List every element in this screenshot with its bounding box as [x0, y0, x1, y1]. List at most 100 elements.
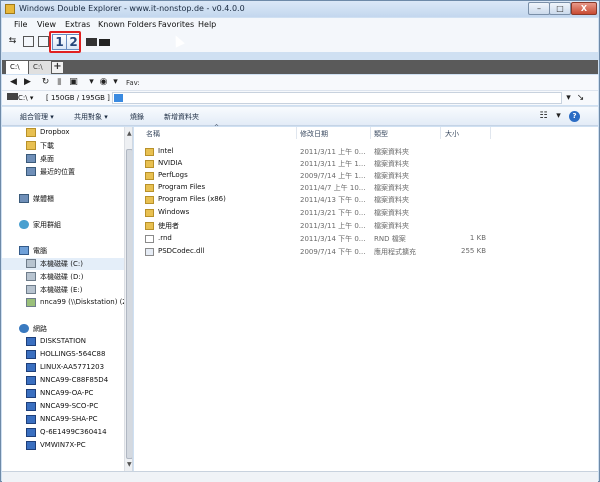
file-row[interactable]: PSDCodec.dll 2009/7/14 下午 0... 應用程式擴充 25… — [134, 246, 598, 258]
sidebar-item-label: nnca99 (\\Diskstation) (Z:) — [40, 298, 133, 306]
scroll-up-icon[interactable]: ▲ — [127, 130, 132, 137]
network-computer-icon — [26, 441, 36, 450]
menu-file[interactable]: File — [14, 20, 27, 29]
address-input[interactable] — [112, 92, 562, 104]
column-separator[interactable] — [490, 127, 491, 139]
menu-favorites[interactable]: Favorites — [158, 20, 194, 29]
sidebar-item-vmwin7x[interactable]: VMWIN7X-PC — [2, 440, 124, 452]
help-icon[interactable]: ? — [569, 111, 580, 122]
sidebar-item-nnca99-sco[interactable]: NNCA99-SCO-PC — [2, 401, 124, 413]
sidebar-item-nnca99-sha[interactable]: NNCA99-SHA-PC — [2, 414, 124, 426]
view-dropdown-icon[interactable]: ▾ — [110, 77, 121, 88]
menu-view[interactable]: View — [37, 20, 56, 29]
view-options-dropdown-icon[interactable]: ▾ — [553, 111, 564, 122]
sidebar-item-recent-places[interactable]: 最近的位置 — [2, 166, 124, 178]
menu-help[interactable]: Help — [198, 20, 216, 29]
column-header-size[interactable]: 大小 — [445, 129, 459, 139]
sidebar-item-label: 下載 — [40, 142, 54, 150]
vertical-split-icon[interactable] — [38, 36, 49, 47]
sidebar-item-nnca99-c88[interactable]: NNCA99-C88F85D4 — [2, 375, 124, 387]
sidebar-item-desktop[interactable]: 桌面 — [2, 153, 124, 165]
refresh-icon[interactable]: ↻ — [40, 77, 51, 88]
nav-scrollbar-thumb[interactable] — [126, 149, 132, 459]
sidebar-item-homegroup[interactable]: 家用群組 — [2, 219, 124, 231]
status-bar — [2, 471, 598, 482]
sidebar-item-dropbox[interactable]: Dropbox — [2, 127, 124, 139]
sidebar-item-nnca99-oa[interactable]: NNCA99-OA-PC — [2, 388, 124, 400]
burn-button[interactable]: 燒錄 — [130, 112, 144, 122]
menu-extras[interactable]: Extras — [65, 20, 90, 29]
sidebar-item-label: NNCA99-C88F85D4 — [40, 376, 109, 384]
favorites-label: Fav: — [126, 79, 140, 87]
file-row[interactable]: Program Files (x86) 2011/4/13 下午 0... 檔案… — [134, 194, 598, 206]
sidebar-item-libraries[interactable]: 媒體櫃 — [2, 193, 124, 205]
sidebar-item-drive-c[interactable]: 本機磁碟 (C:) — [2, 258, 124, 270]
file-row[interactable]: Program Files 2011/4/7 上午 10... 檔案資料夾 — [134, 182, 598, 194]
menu-known-folders[interactable]: Known Folders — [98, 20, 156, 29]
sidebar-item-linux[interactable]: LINUX-AA5771203 — [2, 362, 124, 374]
sidebar-item-drive-d[interactable]: 本機磁碟 (D:) — [2, 271, 124, 283]
tab-c-second[interactable]: C:\ — [29, 61, 51, 74]
drive-selector[interactable]: C:\ ▾ — [18, 94, 33, 102]
share-with-button[interactable]: 共用對象 ▾ — [74, 112, 108, 122]
sidebar-item-diskstation[interactable]: DISKSTATION — [2, 336, 124, 348]
tab-strip: C:\ C:\ + — [2, 60, 598, 74]
sidebar-item-label: 本機磁碟 (C:) — [40, 260, 83, 268]
file-date: 2011/4/13 下午 0... — [300, 196, 366, 204]
horizontal-split-icon[interactable] — [23, 36, 34, 47]
copy-icon[interactable]: ▣ — [68, 77, 79, 88]
swap-icon[interactable]: ⇆ — [7, 36, 18, 47]
title-bar[interactable]: Windows Double Explorer - www.it-nonstop… — [1, 1, 599, 17]
file-type: RND 檔案 — [374, 235, 406, 243]
network-computer-icon — [26, 363, 36, 372]
drive-bar: C:\ ▾ [ 150GB / 195GB ] ▾ ↘ — [2, 91, 598, 105]
file-date: 2011/3/11 上午 0... — [300, 148, 366, 156]
folder-icon — [145, 222, 154, 230]
column-separator[interactable] — [440, 127, 441, 139]
back-arrow-icon[interactable]: ◀ — [8, 77, 19, 88]
navigation-pane: Dropbox 下載 桌面 最近的位置 媒體櫃 家用群組 電腦 本機磁碟 (C:… — [2, 127, 133, 471]
file-row[interactable]: .rnd 2011/3/14 下午 0... RND 檔案 1 KB — [134, 233, 598, 245]
file-name: PSDCodec.dll — [158, 247, 205, 255]
sidebar-item-computer[interactable]: 電腦 — [2, 245, 124, 257]
sidebar-item-network[interactable]: 網路 — [2, 323, 124, 335]
organize-button[interactable]: 組合管理 ▾ — [20, 112, 54, 122]
sidebar-item-drive-e[interactable]: 本機磁碟 (E:) — [2, 284, 124, 296]
forward-arrow-icon[interactable]: ▶ — [22, 77, 33, 88]
folder-icon[interactable] — [99, 39, 110, 46]
column-header-date[interactable]: 修改日期 — [300, 129, 328, 139]
tab-c-active[interactable]: C:\ — [6, 61, 28, 74]
sidebar-item-network-drive-z[interactable]: nnca99 (\\Diskstation) (Z:) — [2, 297, 132, 309]
sidebar-item-label: VMWIN7X-PC — [40, 441, 86, 449]
nav-scrollbar[interactable]: ▲ ▼ — [124, 127, 132, 471]
column-separator[interactable] — [296, 127, 297, 139]
sidebar-item-downloads[interactable]: 下載 — [2, 140, 124, 152]
file-type: 檔案資料夾 — [374, 222, 409, 230]
file-row[interactable]: Windows 2011/3/21 下午 0... 檔案資料夾 — [134, 207, 598, 219]
go-arrow-icon[interactable]: ↘ — [575, 93, 586, 104]
file-row[interactable]: NVIDIA 2011/3/11 上午 1... 檔案資料夾 — [134, 158, 598, 170]
address-dropdown-icon[interactable]: ▾ — [563, 93, 574, 104]
sidebar-item-q6e[interactable]: Q-6E1499C360414 — [2, 427, 124, 439]
maximize-button[interactable]: □ — [549, 2, 571, 15]
view-options-icon[interactable]: ☷ — [538, 111, 549, 122]
file-row[interactable]: 使用者 2011/3/11 上午 0... 檔案資料夾 — [134, 220, 598, 232]
copy-dropdown-icon[interactable]: ▾ — [86, 77, 97, 88]
close-button[interactable]: X — [571, 2, 597, 15]
delete-icon[interactable]: ▮ — [54, 77, 65, 88]
file-row[interactable]: PerfLogs 2009/7/14 上午 1... 檔案資料夾 — [134, 170, 598, 182]
column-header-type[interactable]: 類型 — [374, 129, 388, 139]
column-header-name[interactable]: 名稱 — [146, 129, 160, 139]
column-separator[interactable] — [370, 127, 371, 139]
minimize-button[interactable]: – — [528, 2, 550, 15]
navigation-bar: ◀ ▶ ↻ ▮ ▣ ▾ ◉ ▾ Fav: — [2, 75, 598, 91]
drive-icon[interactable] — [86, 38, 97, 46]
file-row[interactable]: Intel 2011/3/11 上午 0... 檔案資料夾 — [134, 146, 598, 158]
scroll-down-icon[interactable]: ▼ — [127, 461, 132, 468]
desktop-icon — [26, 154, 36, 163]
file-type: 檔案資料夾 — [374, 184, 409, 192]
view-eye-icon[interactable]: ◉ — [98, 77, 109, 88]
new-folder-button[interactable]: 新增資料夾 — [164, 112, 199, 122]
add-tab-button[interactable]: + — [52, 62, 63, 73]
sidebar-item-hollings[interactable]: HOLLINGS-564C88 — [2, 349, 124, 361]
